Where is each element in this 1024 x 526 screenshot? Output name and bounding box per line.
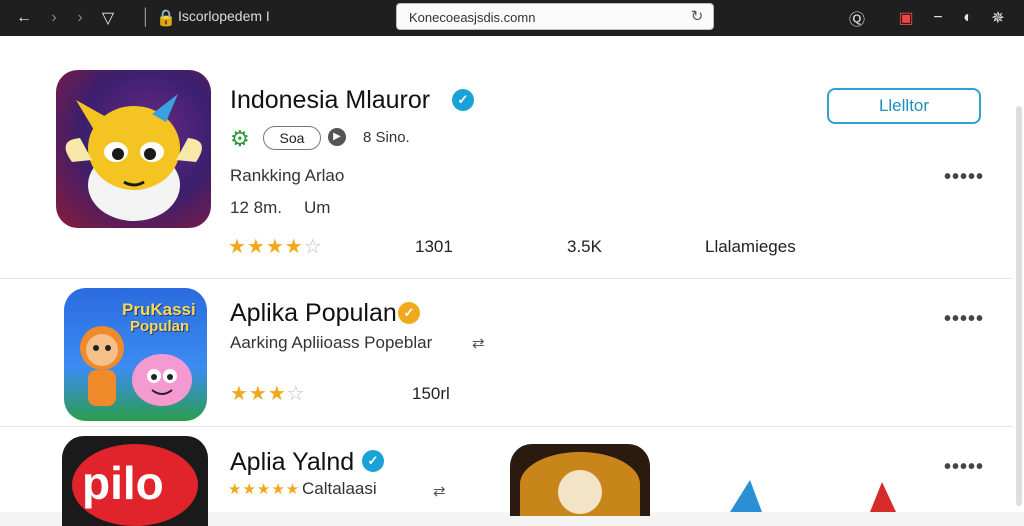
- more-options-icon[interactable]: •••••: [944, 456, 984, 479]
- app-title[interactable]: Indonesia Mlauror: [230, 86, 430, 115]
- lock-icon[interactable]: 🔒: [156, 8, 176, 28]
- play-icon: ▶: [328, 128, 346, 146]
- extension-icon[interactable]: ▣: [896, 8, 916, 28]
- decorative-shapes: [730, 480, 896, 512]
- app-icon-cartoon[interactable]: PruKassi Populan: [64, 288, 207, 421]
- app-title[interactable]: Aplika Populan: [230, 299, 397, 328]
- share-icon[interactable]: ⇄: [472, 334, 485, 352]
- settings-icon[interactable]: ✵: [988, 8, 1008, 28]
- forward-icon[interactable]: ›: [44, 8, 64, 28]
- app-size: 8 Sino.: [363, 129, 410, 146]
- app-meta-left: 12 8m.: [230, 198, 282, 217]
- menu-icon[interactable]: │: [136, 8, 156, 28]
- install-button[interactable]: Llelltor: [827, 88, 981, 124]
- more-options-icon[interactable]: •••••: [944, 166, 984, 189]
- app-icon-mascot[interactable]: [56, 70, 211, 228]
- reviews-count: 3.5K: [567, 237, 602, 256]
- cartoon-characters: [80, 326, 192, 406]
- url-display[interactable]: Iscorlopedem I: [178, 8, 270, 24]
- verified-badge-icon: ✓: [398, 302, 420, 324]
- divider: [0, 278, 1012, 279]
- share-icon[interactable]: ⇄: [433, 482, 446, 500]
- reload-icon[interactable]: ↻: [687, 7, 707, 27]
- shield-icon[interactable]: ▽: [98, 8, 118, 28]
- verified-badge-icon: ✓: [362, 450, 384, 472]
- browser-toolbar: ← › › ▽ │ 🔒 Iscorlopedem I ↻ Ⓠ ▣ − ◐ ✵: [0, 0, 1024, 36]
- address-input[interactable]: [409, 8, 679, 26]
- age-pill[interactable]: Soa: [263, 126, 321, 150]
- menu-icon[interactable]: −: [928, 8, 948, 28]
- gear-icon: ⚙: [230, 126, 250, 151]
- screenshot-thumbnail[interactable]: [510, 444, 650, 516]
- help-icon[interactable]: Ⓠ: [847, 8, 867, 29]
- address-bar[interactable]: ↻: [396, 3, 714, 30]
- downloads-count: 1301: [415, 237, 453, 256]
- rating-stars: ★★★★★: [228, 481, 301, 498]
- back-icon[interactable]: ←: [14, 8, 34, 28]
- rating-stars: ★★★☆: [230, 383, 306, 405]
- scrollbar[interactable]: [1016, 106, 1022, 506]
- app-title[interactable]: Aplia Yalnd: [230, 448, 354, 477]
- mascot-illustration: [65, 94, 202, 221]
- app-category: Caltalaasi: [302, 479, 377, 498]
- verified-badge-icon: ✓: [452, 89, 474, 111]
- images-label[interactable]: Llalamieges: [705, 237, 796, 257]
- rating-stars: ★★★★☆: [228, 236, 323, 258]
- app-store-page: Indonesia Mlauror ✓ ⚙ Soa ▶ 8 Sino. Rank…: [0, 36, 1024, 526]
- app-meta-right: Um: [304, 198, 331, 217]
- profile-icon[interactable]: ◐: [958, 8, 978, 28]
- downloads-count: 150rl: [412, 384, 450, 403]
- app-category: Rankking Arlao: [230, 166, 345, 185]
- forward-icon[interactable]: ›: [70, 8, 90, 28]
- divider: [0, 426, 1012, 427]
- icon-logo-text: pilo: [82, 457, 164, 509]
- more-options-icon[interactable]: •••••: [944, 308, 984, 331]
- app-category: Aarking Apliioass Popeblar: [230, 333, 433, 352]
- app-icon-logo[interactable]: pilo: [62, 436, 208, 526]
